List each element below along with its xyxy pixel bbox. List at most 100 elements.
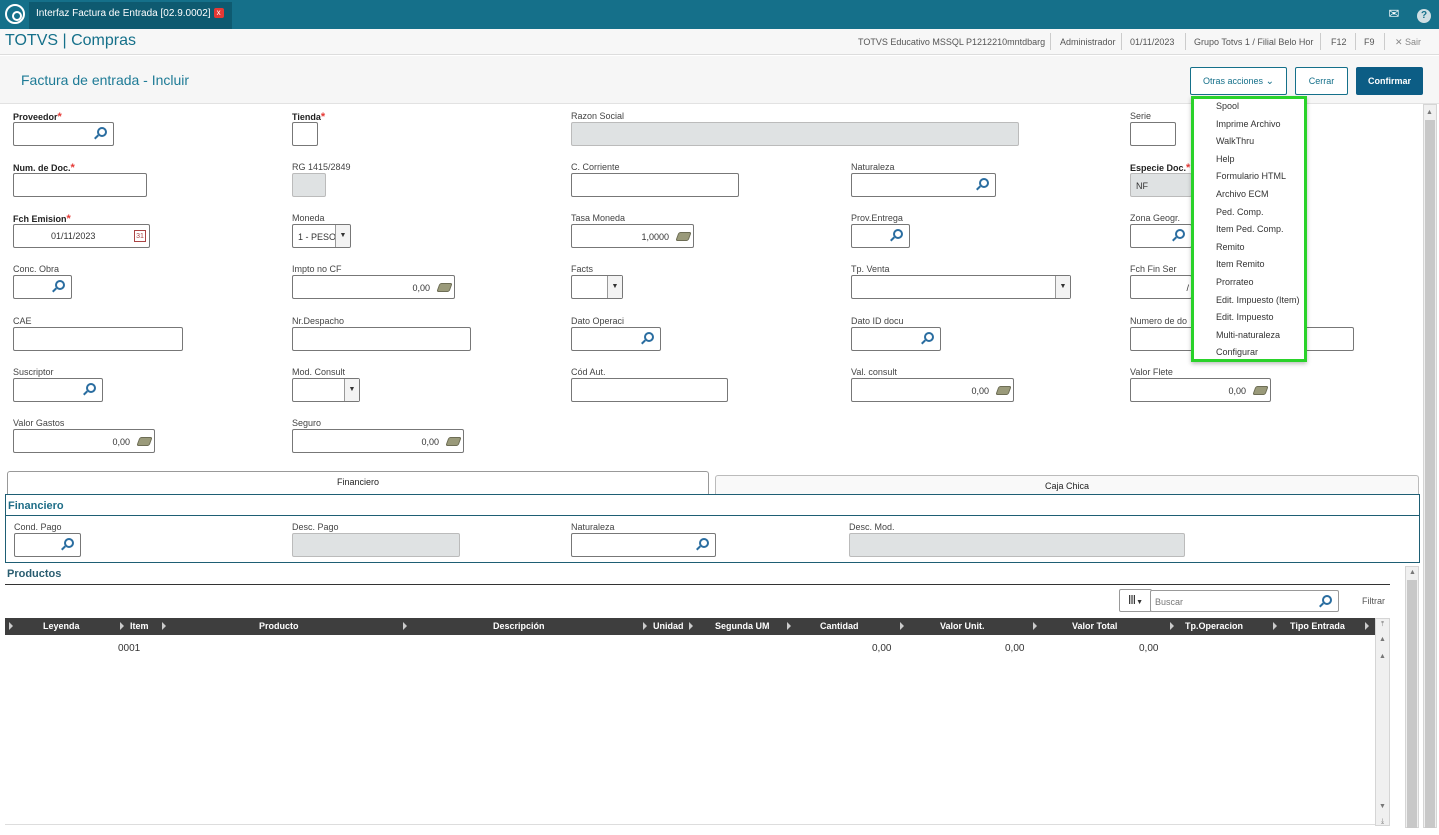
- col-tipo-entrada[interactable]: Tipo Entrada: [1290, 621, 1345, 631]
- menu-item-multi-naturaleza[interactable]: Multi-naturaleza: [1216, 330, 1280, 340]
- naturaleza-field[interactable]: [851, 173, 996, 197]
- menu-item-edit-impuesto-item[interactable]: Edit. Impuesto (Item): [1216, 295, 1300, 305]
- val-consult-field[interactable]: 0,00: [851, 378, 1014, 402]
- col-descripcion[interactable]: Descripción: [493, 621, 545, 631]
- search-icon[interactable]: [699, 538, 709, 548]
- num-doc-field[interactable]: [13, 173, 147, 197]
- facts-select[interactable]: ▼: [571, 275, 623, 299]
- scroll-up-icon[interactable]: ▲: [1406, 566, 1419, 580]
- scroll-down-icon[interactable]: ▼: [1376, 800, 1389, 814]
- tab-financiero[interactable]: Financiero: [7, 471, 709, 495]
- serie-field[interactable]: [1130, 122, 1176, 146]
- c-corriente-field[interactable]: [571, 173, 739, 197]
- proveedor-field[interactable]: [13, 122, 114, 146]
- col-leyenda[interactable]: Leyenda: [43, 621, 80, 631]
- scroll-up-icon[interactable]: ▲: [1423, 106, 1436, 120]
- menu-item-item-ped-comp[interactable]: Item Ped. Comp.: [1216, 224, 1284, 234]
- tp-venta-select[interactable]: ▼: [851, 275, 1071, 299]
- close-button[interactable]: Cerrar: [1295, 67, 1348, 95]
- search-icon[interactable]: [893, 229, 903, 239]
- menu-item-remito[interactable]: Remito: [1216, 242, 1245, 252]
- col-item[interactable]: Item: [130, 621, 149, 631]
- mail-button[interactable]: ✉: [1380, 0, 1408, 29]
- dropdown-arrow-icon[interactable]: ▼: [344, 379, 359, 401]
- search-icon[interactable]: [64, 538, 74, 548]
- f12-button[interactable]: F12: [1331, 37, 1347, 47]
- valor-gastos-field[interactable]: 0,00: [13, 429, 155, 453]
- search-icon[interactable]: [86, 383, 96, 393]
- fin-naturaleza-field[interactable]: [571, 533, 716, 557]
- search-icon[interactable]: [924, 332, 934, 342]
- search-icon[interactable]: [1175, 229, 1185, 239]
- filter-button[interactable]: Filtrar: [1362, 596, 1385, 606]
- valor-flete-field[interactable]: 0,00: [1130, 378, 1271, 402]
- status-branch[interactable]: Grupo Totvs 1 / Filial Belo Hor: [1194, 37, 1313, 47]
- menu-item-walkthru[interactable]: WalkThru: [1216, 136, 1254, 146]
- exit-button[interactable]: ✕ Sair: [1395, 37, 1421, 48]
- menu-item-formulario-html[interactable]: Formulario HTML: [1216, 171, 1286, 181]
- table-row[interactable]: 0001 0,00 0,00 0,00: [5, 635, 1375, 663]
- seguro-field[interactable]: 0,00: [292, 429, 464, 453]
- tienda-field[interactable]: [292, 122, 318, 146]
- conc-obra-field[interactable]: [13, 275, 72, 299]
- search-icon[interactable]: [97, 127, 107, 137]
- columns-button[interactable]: Ⅲ▼: [1119, 589, 1152, 612]
- search-icon[interactable]: [1322, 595, 1332, 605]
- prov-entrega-field[interactable]: [851, 224, 910, 248]
- menu-item-archivo-ecm[interactable]: Archivo ECM: [1216, 189, 1269, 199]
- menu-item-ped-comp[interactable]: Ped. Comp.: [1216, 207, 1264, 217]
- col-valor-unit[interactable]: Valor Unit.: [940, 621, 985, 631]
- fch-fin-field[interactable]: /: [1130, 275, 1192, 299]
- scroll-top-icon[interactable]: ⤒: [1376, 618, 1389, 632]
- fch-emision-field[interactable]: 01/11/2023 31: [13, 224, 150, 248]
- scroll-bottom-icon[interactable]: ⤓: [1376, 815, 1389, 829]
- col-valor-total[interactable]: Valor Total: [1072, 621, 1117, 631]
- nr-despacho-field[interactable]: [292, 327, 471, 351]
- menu-item-edit-impuesto[interactable]: Edit. Impuesto: [1216, 312, 1274, 322]
- col-producto[interactable]: Producto: [259, 621, 299, 631]
- tasa-moneda-field[interactable]: 1,0000: [571, 224, 694, 248]
- col-unidad[interactable]: Unidad: [653, 621, 684, 631]
- menu-item-help[interactable]: Help: [1216, 154, 1235, 164]
- confirm-button[interactable]: Confirmar: [1356, 67, 1423, 95]
- scroll-up-icon[interactable]: ▲: [1376, 633, 1389, 647]
- financiero-title: Financiero: [8, 500, 64, 512]
- menu-item-item-remito[interactable]: Item Remito: [1216, 259, 1265, 269]
- menu-item-prorrateo[interactable]: Prorrateo: [1216, 277, 1254, 287]
- tab-caja-chica[interactable]: Caja Chica: [715, 475, 1419, 495]
- dato-operaci-field[interactable]: [571, 327, 661, 351]
- window-tab[interactable]: Interfaz Factura de Entrada [02.9.0002] x: [29, 2, 232, 29]
- close-tab-icon[interactable]: x: [213, 8, 224, 18]
- dropdown-arrow-icon[interactable]: ▼: [335, 225, 350, 247]
- cae-field[interactable]: [13, 327, 183, 351]
- scroll-up-icon[interactable]: ▲: [1376, 650, 1389, 664]
- search-icon[interactable]: [55, 280, 65, 290]
- mod-consult-select[interactable]: ▼: [292, 378, 360, 402]
- search-icon[interactable]: [979, 178, 989, 188]
- col-segunda-um[interactable]: Segunda UM: [715, 621, 770, 631]
- search-input[interactable]: Buscar: [1150, 590, 1339, 612]
- money-icon: [445, 437, 462, 446]
- search-icon[interactable]: [644, 332, 654, 342]
- cond-pago-field[interactable]: [14, 533, 81, 557]
- help-button[interactable]: ?: [1410, 0, 1438, 29]
- col-cantidad[interactable]: Cantidad: [820, 621, 859, 631]
- col-tp-operacion[interactable]: Tp.Operacion: [1185, 621, 1243, 631]
- suscriptor-field[interactable]: [13, 378, 103, 402]
- scrollbar-thumb[interactable]: [1425, 120, 1435, 828]
- razon-social-field: [571, 122, 1019, 146]
- menu-item-imprime-archivo[interactable]: Imprime Archivo: [1216, 119, 1281, 129]
- cod-aut-field[interactable]: [571, 378, 728, 402]
- calendar-icon[interactable]: 31: [134, 230, 146, 242]
- moneda-select[interactable]: 1 - PESO ▼: [292, 224, 351, 248]
- scrollbar-thumb[interactable]: [1407, 580, 1417, 828]
- zona-geogr-field[interactable]: [1130, 224, 1192, 248]
- other-actions-button[interactable]: Otras acciones ⌄: [1190, 67, 1287, 95]
- impto-field[interactable]: 0,00: [292, 275, 455, 299]
- menu-item-configurar[interactable]: Configurar: [1216, 347, 1258, 357]
- dato-id-field[interactable]: [851, 327, 941, 351]
- f9-button[interactable]: F9: [1364, 37, 1375, 47]
- dropdown-arrow-icon[interactable]: ▼: [607, 276, 622, 298]
- dropdown-arrow-icon[interactable]: ▼: [1055, 276, 1070, 298]
- menu-item-spool[interactable]: Spool: [1216, 101, 1239, 111]
